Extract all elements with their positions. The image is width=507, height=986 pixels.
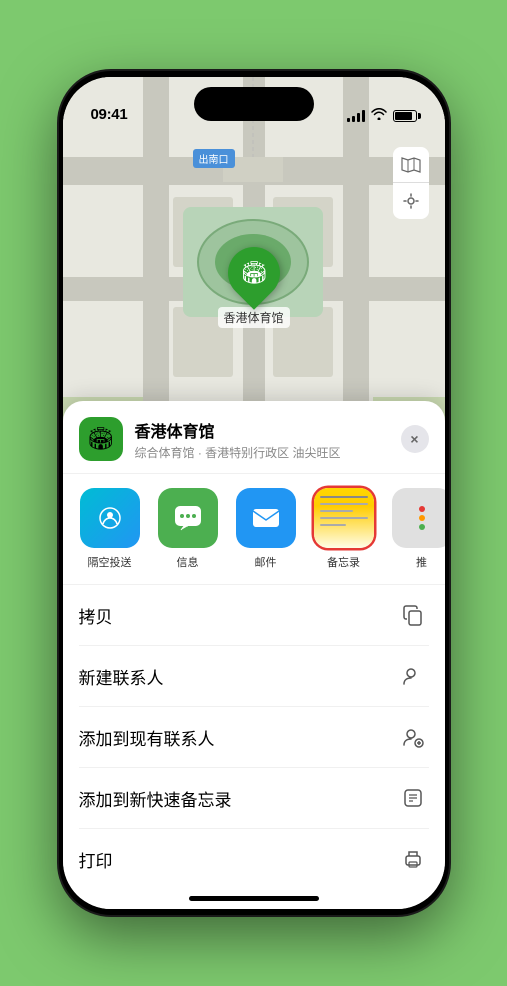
mail-icon <box>236 488 296 548</box>
action-new-contact[interactable]: 新建联系人 <box>79 646 429 707</box>
phone-frame: 09:41 <box>59 71 449 915</box>
messages-icon <box>158 488 218 548</box>
map-type-button[interactable] <box>393 147 429 183</box>
notes-icon <box>314 488 374 548</box>
location-marker: 🏟 香港体育馆 <box>217 247 289 328</box>
messages-label: 信息 <box>177 554 199 570</box>
share-row: 隔空投送 信息 邮件 <box>63 474 445 585</box>
sheet-header: 🏟 香港体育馆 综合体育馆 · 香港特别行政区 油尖旺区 × <box>63 401 445 474</box>
venue-info: 香港体育馆 综合体育馆 · 香港特别行政区 油尖旺区 <box>135 418 401 461</box>
map-controls <box>393 147 429 219</box>
south-exit-label: 出南口 <box>193 149 235 168</box>
more-label: 推 <box>416 554 427 570</box>
home-indicator <box>189 896 319 901</box>
share-item-mail[interactable]: 邮件 <box>231 488 301 570</box>
status-icons <box>347 108 417 123</box>
dynamic-island <box>194 87 314 121</box>
person-plus-icon <box>397 721 429 753</box>
airdrop-icon <box>80 488 140 548</box>
note-icon <box>397 782 429 814</box>
action-print-label: 打印 <box>79 847 113 872</box>
marker-pin: 🏟 <box>217 236 291 310</box>
battery-icon <box>393 110 417 122</box>
location-button[interactable] <box>393 183 429 219</box>
action-add-existing[interactable]: 添加到现有联系人 <box>79 707 429 768</box>
action-copy[interactable]: 拷贝 <box>79 585 429 646</box>
action-list: 拷贝 新建联系人 添加到现有联系人 <box>63 585 445 889</box>
wifi-icon <box>371 108 387 123</box>
venue-name: 香港体育馆 <box>135 418 401 442</box>
close-button[interactable]: × <box>401 425 429 453</box>
person-add-icon <box>397 660 429 692</box>
action-add-notes[interactable]: 添加到新快速备忘录 <box>79 768 429 829</box>
action-print[interactable]: 打印 <box>79 829 429 889</box>
share-item-more[interactable]: 推 <box>387 488 445 570</box>
marker-icon: 🏟 <box>240 260 268 286</box>
airdrop-label: 隔空投送 <box>88 554 132 570</box>
notes-label: 备忘录 <box>327 554 360 570</box>
printer-icon <box>397 843 429 875</box>
share-item-messages[interactable]: 信息 <box>153 488 223 570</box>
bottom-sheet: 🏟 香港体育馆 综合体育馆 · 香港特别行政区 油尖旺区 × 隔空投送 <box>63 401 445 909</box>
status-time: 09:41 <box>91 106 128 123</box>
venue-logo-icon: 🏟 <box>87 426 115 452</box>
venue-logo: 🏟 <box>79 417 123 461</box>
mail-label: 邮件 <box>255 554 277 570</box>
action-add-notes-label: 添加到新快速备忘录 <box>79 786 232 811</box>
action-copy-label: 拷贝 <box>79 603 113 628</box>
share-item-airdrop[interactable]: 隔空投送 <box>75 488 145 570</box>
venue-subtitle: 综合体育馆 · 香港特别行政区 油尖旺区 <box>135 444 401 461</box>
share-item-notes[interactable]: 备忘录 <box>309 488 379 570</box>
phone-screen: 09:41 <box>63 77 445 909</box>
signal-icon <box>347 110 365 122</box>
more-share-icon <box>392 488 445 548</box>
copy-icon <box>397 599 429 631</box>
action-add-existing-label: 添加到现有联系人 <box>79 725 215 750</box>
action-new-contact-label: 新建联系人 <box>79 664 164 689</box>
